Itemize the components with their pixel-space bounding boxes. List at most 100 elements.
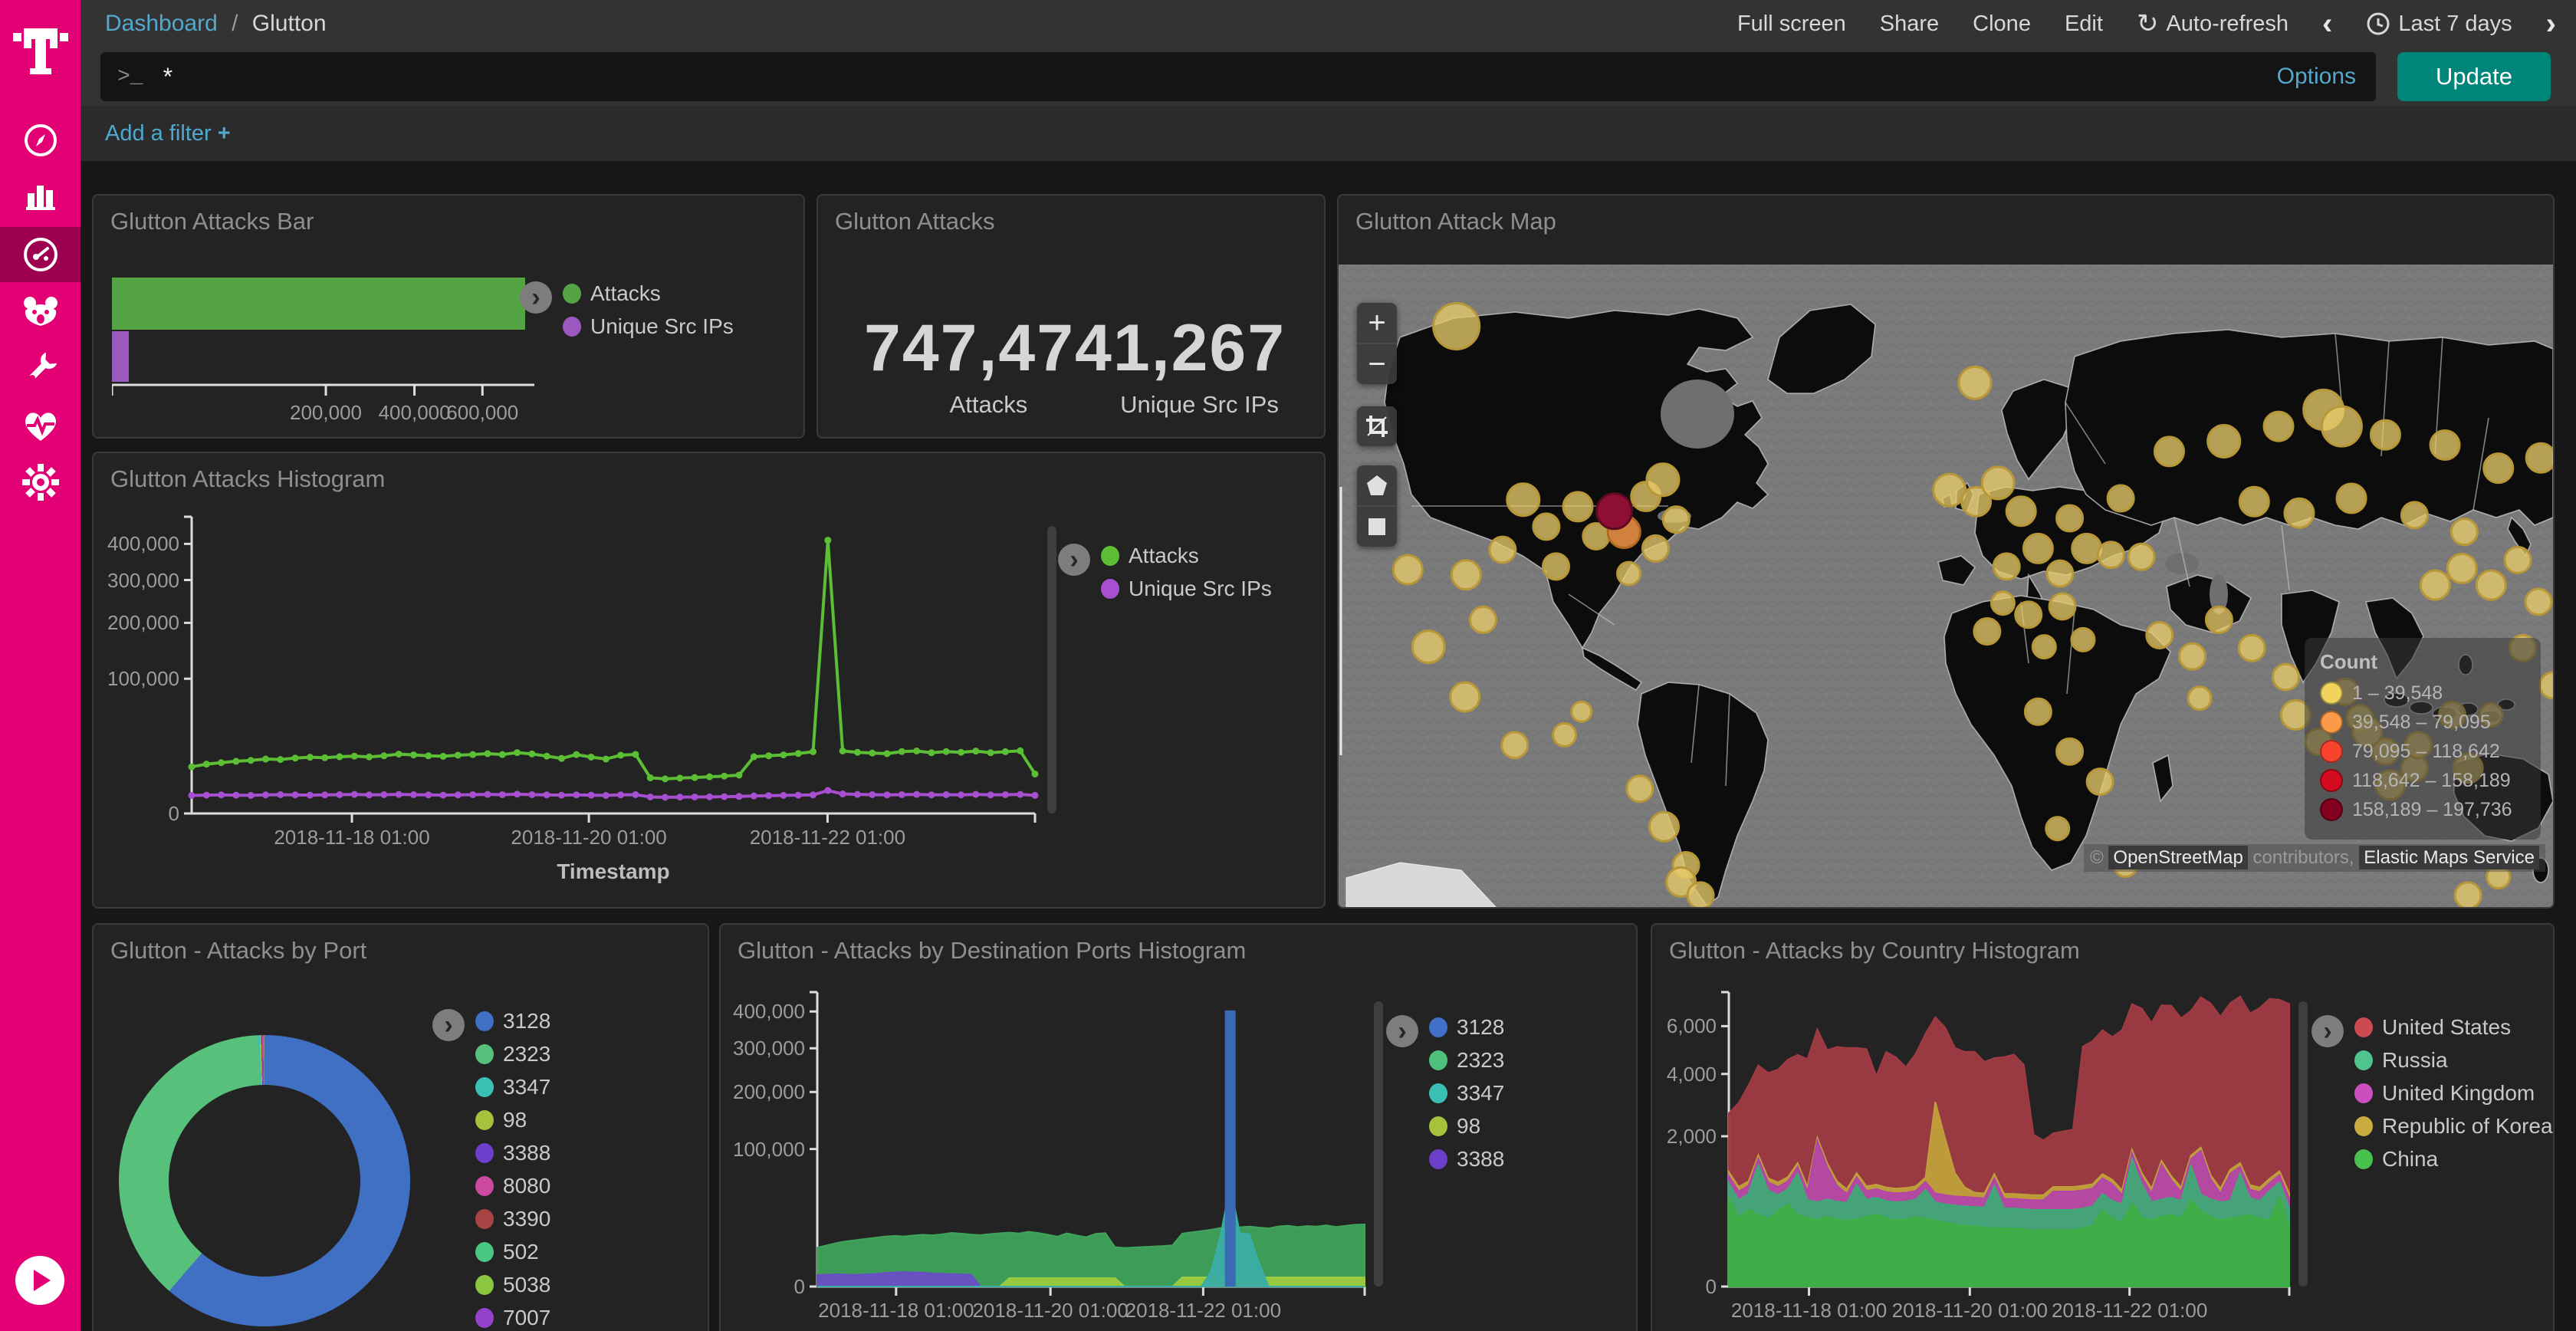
- data-point[interactable]: [869, 791, 876, 798]
- data-point[interactable]: [647, 794, 654, 800]
- data-point[interactable]: [824, 787, 831, 794]
- legend-item[interactable]: Unique Src IPs: [1101, 577, 1272, 601]
- data-point[interactable]: [721, 773, 728, 780]
- data-point[interactable]: [558, 792, 565, 799]
- data-point[interactable]: [455, 751, 462, 758]
- data-point[interactable]: [1032, 792, 1039, 799]
- attack-bubble[interactable]: [2057, 505, 2083, 531]
- data-point[interactable]: [1002, 748, 1009, 755]
- add-filter-link[interactable]: Add a filter +: [105, 121, 231, 146]
- attack-bubble[interactable]: [1974, 618, 2000, 644]
- data-point[interactable]: [455, 791, 462, 798]
- zoom-out-button[interactable]: −: [1357, 343, 1397, 384]
- data-point[interactable]: [336, 754, 343, 761]
- data-point[interactable]: [617, 751, 624, 758]
- fit-data-bounds-button[interactable]: [1357, 406, 1397, 446]
- data-point[interactable]: [380, 791, 387, 798]
- data-point[interactable]: [366, 791, 373, 798]
- data-point[interactable]: [410, 791, 417, 798]
- attack-bubble[interactable]: [2285, 498, 2314, 527]
- data-point[interactable]: [292, 754, 299, 761]
- attack-bubble[interactable]: [1393, 555, 1422, 584]
- legend-toggle-icon[interactable]: ›: [2312, 1015, 2344, 1047]
- edit-button[interactable]: Edit: [2065, 12, 2103, 37]
- legend-toggle-icon[interactable]: ›: [1058, 544, 1090, 576]
- data-point[interactable]: [987, 749, 994, 756]
- attack-bubble[interactable]: [1451, 560, 1480, 590]
- data-point[interactable]: [514, 790, 521, 797]
- data-point[interactable]: [366, 754, 373, 761]
- data-point[interactable]: [1002, 791, 1009, 798]
- attack-bubble[interactable]: [2025, 698, 2051, 725]
- data-point[interactable]: [692, 794, 698, 800]
- attack-bubble[interactable]: [2147, 623, 2173, 649]
- data-point[interactable]: [336, 791, 343, 798]
- attack-bubble[interactable]: [1597, 494, 1632, 529]
- attack-bubble[interactable]: [1451, 682, 1480, 712]
- data-point[interactable]: [396, 751, 402, 758]
- legend-toggle-icon[interactable]: ›: [1386, 1015, 1418, 1047]
- data-point[interactable]: [913, 748, 920, 754]
- attack-bubble[interactable]: [1553, 723, 1576, 746]
- data-point[interactable]: [262, 791, 269, 798]
- draw-polygon-button[interactable]: [1357, 465, 1397, 505]
- series-bar[interactable]: [1225, 1011, 1236, 1287]
- data-point[interactable]: [958, 791, 964, 798]
- data-point[interactable]: [469, 791, 476, 798]
- data-point[interactable]: [765, 792, 772, 799]
- attack-bubble[interactable]: [1543, 554, 1569, 580]
- data-point[interactable]: [1032, 771, 1039, 777]
- data-point[interactable]: [351, 791, 358, 798]
- data-point[interactable]: [736, 771, 743, 778]
- attack-bubble[interactable]: [1434, 303, 1480, 349]
- attack-bubble[interactable]: [1502, 732, 1528, 758]
- attack-bubble[interactable]: [2505, 547, 2531, 573]
- draw-rectangle-button[interactable]: [1357, 505, 1397, 547]
- attack-bubble[interactable]: [1642, 535, 1668, 561]
- data-point[interactable]: [603, 792, 610, 799]
- fullscreen-button[interactable]: Full screen: [1737, 12, 1846, 37]
- attack-bubble[interactable]: [2337, 484, 2366, 513]
- attack-bubble[interactable]: [1572, 702, 1592, 721]
- data-point[interactable]: [632, 751, 639, 758]
- legend-item[interactable]: 98: [1429, 1114, 1504, 1139]
- attack-bubble[interactable]: [2098, 542, 2124, 568]
- data-point[interactable]: [676, 774, 683, 781]
- data-point[interactable]: [617, 791, 624, 798]
- data-point[interactable]: [218, 759, 225, 766]
- attack-bubble[interactable]: [1959, 366, 1991, 399]
- series-line[interactable]: [192, 541, 1035, 779]
- sidebar-item-bear[interactable]: [0, 287, 80, 337]
- sidebar-item-dashboard[interactable]: [0, 227, 80, 282]
- sidebar-item-management[interactable]: [0, 457, 80, 508]
- update-button[interactable]: Update: [2397, 52, 2551, 101]
- attack-bubble[interactable]: [2023, 534, 2052, 563]
- attack-bubble[interactable]: [2420, 570, 2450, 600]
- attack-bubble[interactable]: [2108, 485, 2134, 511]
- data-point[interactable]: [751, 793, 757, 800]
- data-point[interactable]: [248, 792, 255, 799]
- sidebar-item-visualize[interactable]: [0, 170, 80, 221]
- data-point[interactable]: [588, 754, 595, 761]
- data-point[interactable]: [780, 751, 787, 758]
- attack-bubble[interactable]: [2057, 738, 2083, 764]
- attack-bubble[interactable]: [1507, 484, 1539, 516]
- attack-bubble[interactable]: [2526, 443, 2553, 472]
- data-point[interactable]: [692, 774, 698, 781]
- data-point[interactable]: [588, 792, 595, 799]
- data-point[interactable]: [676, 794, 683, 800]
- attack-bubble[interactable]: [2032, 636, 2055, 659]
- legend-item[interactable]: Attacks: [563, 281, 734, 306]
- sidebar-expand-button[interactable]: [15, 1256, 64, 1305]
- clone-button[interactable]: Clone: [1973, 12, 2031, 37]
- data-point[interactable]: [928, 791, 935, 798]
- legend-item[interactable]: 502: [475, 1240, 550, 1264]
- attack-bubble[interactable]: [2188, 687, 2211, 710]
- data-point[interactable]: [840, 790, 846, 797]
- data-point[interactable]: [203, 792, 210, 799]
- data-point[interactable]: [484, 750, 491, 757]
- legend-item[interactable]: 7007: [475, 1306, 550, 1330]
- data-point[interactable]: [765, 752, 772, 759]
- attack-bubble[interactable]: [1993, 554, 2019, 580]
- data-point[interactable]: [321, 791, 328, 798]
